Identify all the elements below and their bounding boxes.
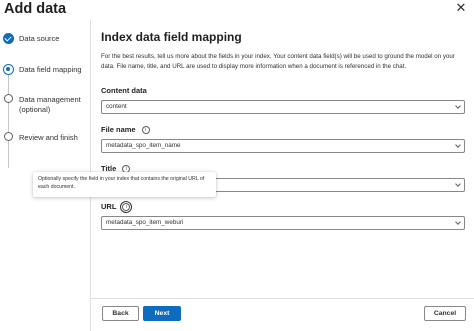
pending-step-icon [4, 94, 13, 103]
footer-divider [90, 298, 474, 299]
info-icon[interactable]: i [120, 200, 133, 213]
back-button[interactable]: Back [102, 306, 139, 321]
field-label-text: File name [101, 125, 136, 134]
field-label-text: Content data [101, 86, 147, 95]
step-label: Review and finish [19, 133, 78, 142]
step-label: Data source [19, 34, 60, 43]
content-data-dropdown[interactable]: content [101, 100, 465, 114]
page-title: Index data field mapping [101, 30, 242, 44]
url-info-tooltip: Optionally specify the field in your ind… [33, 172, 216, 197]
dropdown-value: content [106, 103, 127, 110]
pending-step-icon [4, 132, 13, 141]
info-icon[interactable]: i [141, 125, 150, 134]
step-data-management[interactable]: Data management (optional) [3, 94, 85, 115]
steps-rail [8, 74, 9, 168]
url-dropdown[interactable]: metadata_spo_item_weburi [101, 216, 465, 230]
chevron-down-icon [455, 103, 461, 109]
next-button[interactable]: Next [143, 306, 181, 321]
step-label: Data field mapping [19, 65, 82, 74]
close-icon[interactable]: ✕ [454, 1, 468, 15]
current-step-icon [3, 64, 14, 75]
checkmark-icon [3, 33, 14, 44]
file-name-dropdown[interactable]: metadata_spo_item_name [101, 139, 465, 153]
main-panel: Index data field mapping For the best re… [101, 30, 465, 70]
chevron-down-icon [455, 142, 461, 148]
field-label-text: URL [101, 202, 117, 211]
dropdown-value: metadata_spo_item_name [106, 142, 181, 149]
url-label: URL i [101, 200, 133, 213]
chevron-down-icon [455, 181, 461, 187]
dialog-title: Add data [4, 1, 67, 17]
step-data-field-mapping[interactable]: Data field mapping [3, 64, 82, 75]
content-data-label: Content data [101, 86, 147, 95]
step-review-and-finish[interactable]: Review and finish [3, 132, 78, 143]
chevron-down-icon [455, 219, 461, 225]
description-text: For the best results, tell us more about… [101, 53, 455, 70]
step-label: Data management (optional) [19, 95, 81, 114]
dropdown-value: metadata_spo_item_weburi [106, 219, 184, 226]
cancel-button[interactable]: Cancel [424, 306, 466, 321]
file-name-label: File name i [101, 125, 150, 134]
step-data-source[interactable]: Data source [3, 33, 59, 44]
